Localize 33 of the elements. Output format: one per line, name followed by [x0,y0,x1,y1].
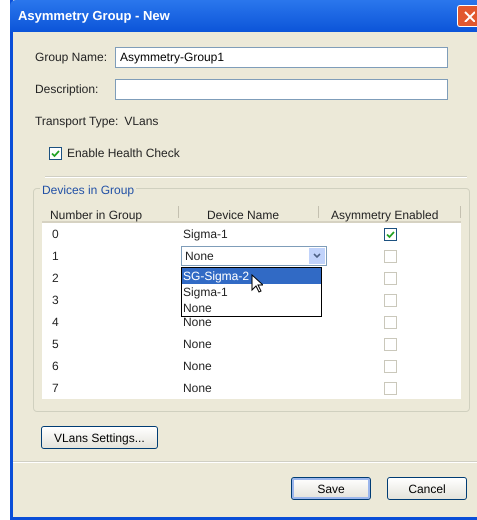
close-icon [463,10,475,22]
table-cell-text: 4 [51,314,60,331]
transport-value: VLans [124,113,158,130]
table-cell-text: None [182,380,213,397]
table-cell-text: None [182,358,213,375]
dropdown-option[interactable]: Sigma-1 [182,284,321,300]
checkbox-label: Enable Health Check [67,145,180,162]
cancel-button[interactable]: Cancel [387,477,467,500]
window-title: Asymmetry Group - New [17,7,170,26]
table-cell-text: Sigma-1 [182,226,229,243]
text-field[interactable]: Asymmetry-Group1 [115,46,448,68]
table-cell-text: None [182,314,213,331]
mouse-cursor-icon [251,274,263,293]
field-label: Group Name: [34,49,108,66]
table-cell-text: 1 [51,248,60,265]
column-header: Device Name [179,206,319,218]
table-cell-text: None [182,336,213,353]
table-cell-text: 0 [51,226,60,243]
table-cell-text: 5 [51,336,60,353]
field-label: Transport Type: [34,113,118,130]
settings-button[interactable]: VLans Settings... [41,426,158,449]
dropdown-option[interactable]: None [182,300,321,316]
close-button[interactable] [457,5,477,27]
table-cell-text: 6 [51,358,60,375]
table-cell-text: 2 [51,270,60,287]
text-field[interactable] [115,78,448,100]
save-button[interactable]: Save [291,477,371,500]
dropdown-option[interactable]: SG-Sigma-2 [182,268,321,284]
table-cell-text: 7 [51,380,60,397]
checkbox[interactable] [384,228,396,240]
table-cell-text: 3 [51,292,60,309]
field-label: Description: [34,81,100,98]
checkbox[interactable] [49,146,62,160]
